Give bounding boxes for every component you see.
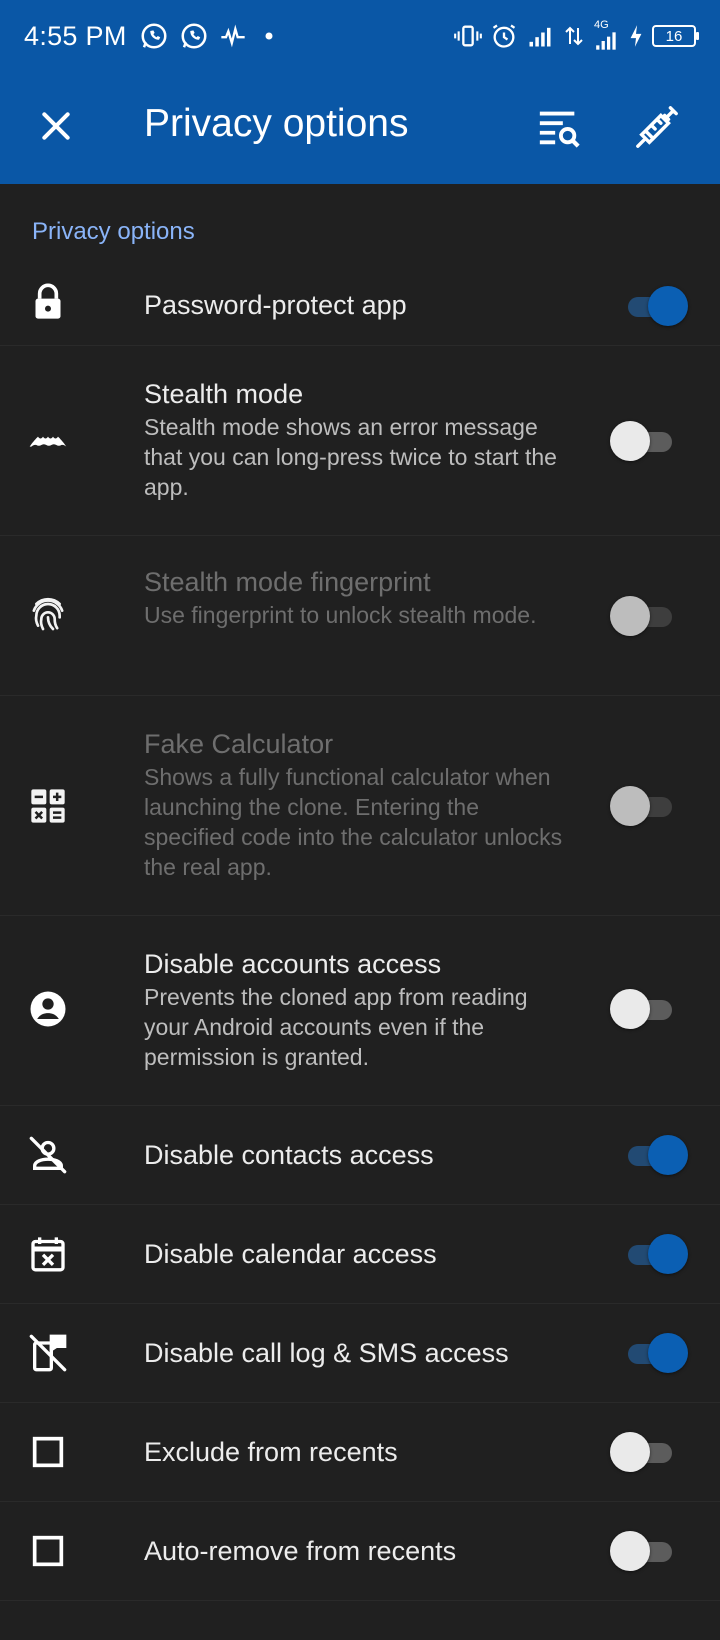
section-header: Privacy options — [32, 218, 195, 245]
signal-4g-icon — [596, 32, 616, 50]
setting-disable-contacts[interactable]: Disable contacts access — [0, 1106, 720, 1205]
setting-title: Exclude from recents — [144, 1437, 398, 1467]
contacts-off-icon — [28, 1135, 68, 1175]
charging-icon — [630, 25, 642, 47]
status-bar: 4:55 PM 4G 16 — [0, 0, 720, 72]
dot-icon — [265, 32, 273, 40]
setting-auto-remove-recents[interactable]: Auto-remove from recents — [0, 1502, 720, 1601]
stealth-fingerprint-toggle[interactable] — [610, 596, 672, 636]
lock-icon — [28, 282, 68, 322]
vibrate-icon — [454, 25, 482, 47]
disable-calendar-toggle[interactable] — [610, 1234, 688, 1274]
setting-fake-calculator[interactable]: Fake Calculator Shows a fully functional… — [0, 696, 720, 916]
signal-icon — [529, 27, 551, 47]
battery-icon: 16 — [652, 25, 699, 47]
battery-level: 16 — [665, 27, 683, 45]
disable-calllog-sms-toggle[interactable] — [610, 1333, 688, 1373]
setting-stealth-mode[interactable]: Stealth mode Stealth mode shows an error… — [0, 346, 720, 536]
app-bar: Privacy options — [0, 72, 720, 184]
data-arrows-icon — [565, 26, 583, 46]
setting-disable-calllog-sms[interactable]: Disable call log & SMS access — [0, 1304, 720, 1403]
system-icons: 4G 16 — [454, 19, 699, 52]
setting-summary: Prevents the cloned app from reading you… — [144, 984, 528, 1070]
setting-stealth-fingerprint[interactable]: Stealth mode fingerprint Use fingerprint… — [0, 536, 720, 696]
whatsapp-icon — [141, 23, 167, 49]
setting-disable-accounts[interactable]: Disable accounts access Prevents the clo… — [0, 916, 720, 1106]
setting-title: Fake Calculator — [144, 729, 334, 759]
calendar-off-icon — [28, 1234, 68, 1274]
disable-accounts-toggle[interactable] — [610, 989, 672, 1029]
alarm-icon — [492, 24, 516, 48]
page-title: Privacy options — [144, 102, 409, 145]
setting-disable-calendar[interactable]: Disable calendar access — [0, 1205, 720, 1304]
syringe-icon[interactable] — [634, 104, 680, 150]
setting-summary: Stealth mode shows an error message that… — [144, 414, 557, 500]
fake-calculator-toggle[interactable] — [610, 786, 672, 826]
activity-icon — [220, 24, 245, 48]
notification-icons — [139, 21, 281, 51]
setting-title: Stealth mode — [144, 379, 304, 409]
password-protect-toggle[interactable] — [610, 286, 688, 326]
setting-exclude-recents[interactable]: Exclude from recents — [0, 1403, 720, 1502]
setting-title: Disable call log & SMS access — [144, 1338, 509, 1368]
account-circle-icon — [28, 989, 68, 1029]
network-type: 4G — [594, 19, 609, 31]
disable-contacts-toggle[interactable] — [610, 1135, 688, 1175]
setting-title: Disable calendar access — [144, 1239, 437, 1269]
auto-remove-recents-toggle[interactable] — [610, 1531, 672, 1571]
status-time: 4:55 PM — [24, 20, 127, 51]
setting-password-protect[interactable]: Password-protect app — [0, 264, 720, 346]
settings-list: Privacy options Password-protect app Ste… — [0, 184, 720, 1601]
close-icon[interactable] — [36, 106, 76, 146]
setting-summary: Use fingerprint to unlock stealth mode. — [144, 602, 537, 628]
setting-summary: Shows a fully functional calculator when… — [144, 764, 563, 880]
stealth-icon — [28, 420, 68, 460]
phone-sms-off-icon — [28, 1333, 68, 1373]
fingerprint-icon — [28, 594, 68, 634]
square-icon — [28, 1531, 68, 1571]
search-filter-icon[interactable] — [536, 104, 582, 150]
setting-title: Stealth mode fingerprint — [144, 567, 431, 597]
setting-title: Password-protect app — [144, 290, 407, 320]
setting-title: Auto-remove from recents — [144, 1536, 457, 1566]
stealth-mode-toggle[interactable] — [610, 421, 672, 461]
setting-title: Disable contacts access — [144, 1140, 434, 1170]
square-icon — [28, 1432, 68, 1472]
whatsapp-icon — [181, 23, 207, 49]
exclude-recents-toggle[interactable] — [610, 1432, 672, 1472]
setting-title: Disable accounts access — [144, 949, 442, 979]
calculator-icon — [28, 786, 68, 826]
